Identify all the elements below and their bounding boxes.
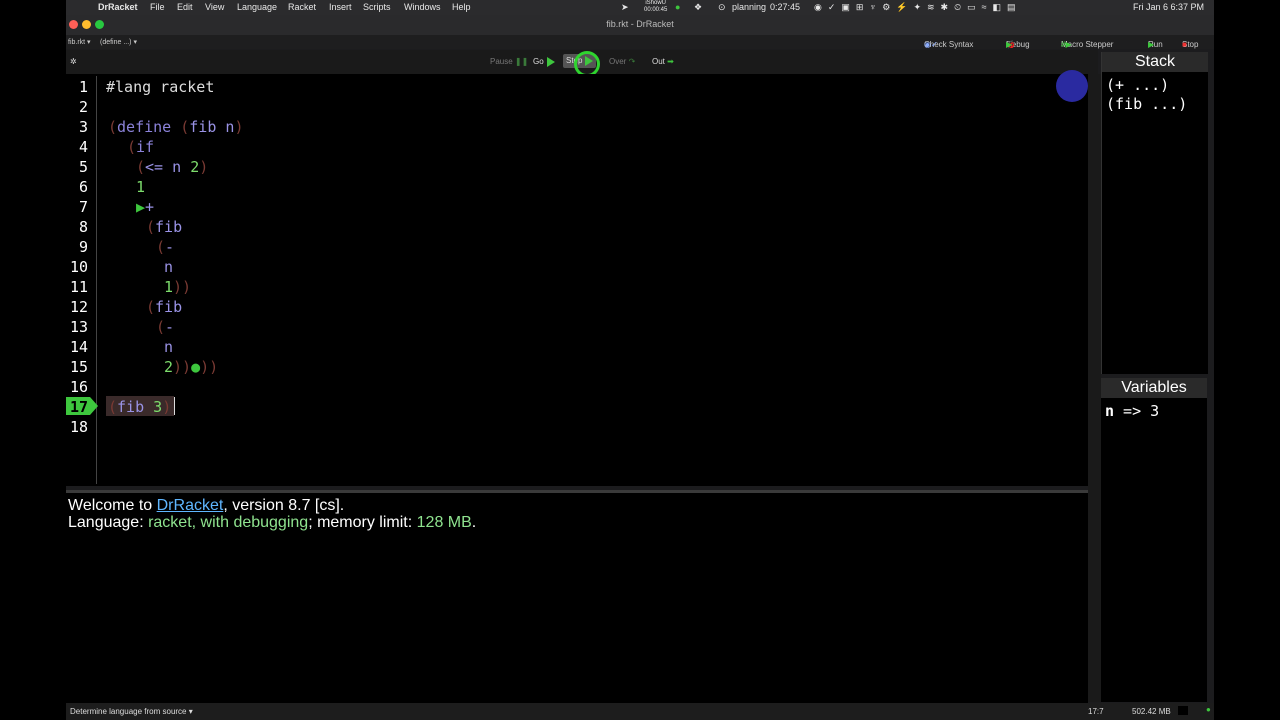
gutter-divider [96, 76, 97, 484]
define-menu-dropdown[interactable]: (define ...) ▾ [100, 38, 137, 46]
stack-frame[interactable]: (fib ...) [1106, 95, 1187, 113]
menu-view[interactable]: View [205, 2, 224, 12]
macos-menubar: DrRacket File Edit View Language Racket … [66, 0, 1214, 15]
line-number-current: 17 [69, 398, 88, 416]
line-number: 9 [78, 238, 88, 256]
clock[interactable]: Fri Jan 6 6:37 PM [1133, 2, 1204, 12]
menu-file[interactable]: File [150, 2, 165, 12]
planning-label[interactable]: planning [732, 2, 766, 12]
line-number: 7 [78, 198, 88, 216]
language-line: Language: racket, with debugging; memory… [68, 514, 477, 531]
dropbox-icon[interactable]: ❖ [694, 2, 702, 13]
code-one-close: 1)) [164, 278, 192, 296]
menu-insert[interactable]: Insert [329, 2, 352, 12]
code-base-case: 1 [136, 178, 146, 196]
line-number: 3 [78, 118, 88, 136]
go-button[interactable]: Go [533, 57, 555, 67]
line-number: 6 [78, 178, 88, 196]
scroll-overview-icon [1056, 70, 1088, 102]
file-menu-dropdown[interactable]: fib.rkt ▾ [68, 38, 91, 46]
memory-usage[interactable]: 502.42 MB [1132, 707, 1171, 716]
menu-scripts[interactable]: Scripts [363, 2, 391, 12]
line-number: 10 [69, 258, 88, 276]
status-bar: Determine language from source ▾ 17:7 50… [66, 703, 1214, 720]
location-icon: ➤ [621, 2, 629, 12]
title-bar: fib.rkt - DrRacket [66, 15, 1214, 35]
menu-windows[interactable]: Windows [404, 2, 441, 12]
check-syntax-icon: ◉✓ [924, 40, 938, 49]
app-menu[interactable]: DrRacket [98, 2, 138, 12]
recording-dot-icon: ● [675, 2, 681, 12]
menu-racket[interactable]: Racket [288, 2, 316, 12]
pause-button[interactable]: Pause ❚❚ [490, 57, 528, 66]
code-minus-2: (- [156, 318, 175, 336]
out-button[interactable]: Out ➡ [652, 57, 674, 66]
code-lang-line: #lang racket [106, 78, 215, 96]
code-fib-call-2: (fib [146, 298, 183, 316]
breakpoint-dot-icon: ● [191, 358, 201, 376]
line-number: 18 [69, 418, 88, 436]
code-two-close: 2))●)) [164, 358, 219, 376]
code-fib-3-line: (fib 3) [108, 398, 172, 416]
planning-time: 0:27:45 [770, 2, 801, 12]
line-number: 14 [69, 338, 88, 356]
window-title: fib.rkt - DrRacket [606, 19, 674, 29]
toolbar: fib.rkt ▾ (define ...) ▾ Check Syntax ◉✓… [66, 35, 1214, 49]
go-icon [546, 57, 555, 67]
line-number: 11 [69, 278, 88, 296]
code-if-line: (if [127, 138, 155, 156]
line-number: 4 [78, 138, 88, 156]
line-number: 16 [69, 378, 88, 396]
stack-header: Stack [1102, 52, 1208, 72]
status-icons[interactable]: ◉✓▣⊞♆⚙⚡✦≋✱⏲▭≈◧▤ [814, 2, 1022, 13]
line-number: 15 [69, 358, 88, 376]
code-define-line: (define (fib n) [108, 118, 244, 136]
stack-pane: Stack (+ ...) (fib ...) [1101, 52, 1208, 374]
code-n-1: n [164, 258, 174, 276]
run-icon: ▶ [1148, 40, 1155, 49]
interactions-pane[interactable]: Welcome to DrRacket, version 8.7 [cs]. L… [66, 490, 1088, 705]
line-number: 5 [78, 158, 88, 176]
pane-splitter[interactable] [1088, 74, 1101, 702]
out-icon: ➡ [667, 57, 674, 66]
code-compare-line: (<= n 2) [136, 158, 209, 176]
variable-binding[interactable]: n => 3 [1105, 402, 1159, 420]
code-plus-line: ▶+ [136, 198, 155, 216]
menu-language[interactable]: Language [237, 2, 277, 12]
ishowu-status[interactable]: iShowU 00:00:45 [644, 0, 667, 14]
over-button[interactable]: Over ↷ [609, 57, 635, 66]
timer-icon: ⊙ [718, 2, 726, 12]
code-minus-1: (- [156, 238, 175, 256]
debug-play-icon: ▶ [1006, 40, 1013, 49]
line-number: 12 [69, 298, 88, 316]
stack-frame[interactable]: (+ ...) [1106, 76, 1169, 94]
line-number: 8 [78, 218, 88, 236]
welcome-line: Welcome to DrRacket, version 8.7 [cs]. [68, 497, 345, 514]
macro-stepper-icon: #▶ [1061, 40, 1072, 49]
text-cursor [174, 397, 175, 415]
gc-indicator-icon [1178, 706, 1188, 715]
drracket-link[interactable]: DrRacket [157, 497, 224, 514]
pause-icon: ❚❚ [514, 57, 529, 66]
stop-icon: ■ [1182, 40, 1187, 49]
running-indicator-icon: ● [1206, 705, 1211, 714]
debugger-toolbar: ✲ Pause ❚❚ Go Step Over ↷ Out ➡ [66, 50, 1098, 77]
breakpoint-arrow-icon: ▶ [136, 198, 146, 216]
code-n-2: n [164, 338, 174, 356]
cursor-position: 17:7 [1088, 707, 1104, 716]
variables-pane: Variables n => 3 [1101, 378, 1207, 702]
line-number: 1 [78, 78, 88, 96]
menu-help[interactable]: Help [452, 2, 471, 12]
code-fib-call-1: (fib [146, 218, 183, 236]
variables-header: Variables [1101, 378, 1207, 398]
menu-edit[interactable]: Edit [177, 2, 193, 12]
over-icon: ↷ [628, 57, 636, 66]
line-number: 2 [78, 98, 88, 116]
hide-debugger-icon[interactable]: ✲ [70, 57, 77, 66]
language-selector[interactable]: Determine language from source ▾ [70, 707, 193, 716]
line-number: 13 [69, 318, 88, 336]
